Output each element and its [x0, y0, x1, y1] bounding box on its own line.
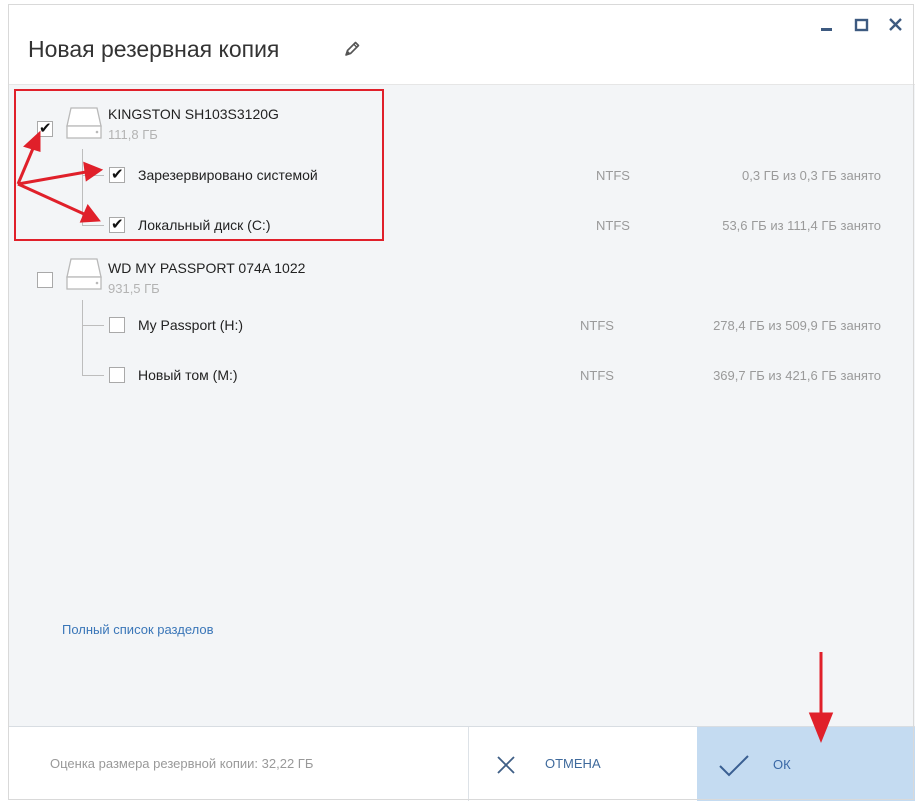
partition-name[interactable]: Зарезервировано системой	[138, 167, 318, 183]
partition-usage: 0,3 ГБ из 0,3 ГБ занято	[741, 168, 881, 183]
cancel-label: ОТМЕНА	[545, 756, 601, 771]
tree-line	[82, 375, 104, 376]
tree-line	[82, 149, 83, 225]
partition-fs: NTFS	[580, 368, 614, 383]
partition-fs: NTFS	[580, 318, 614, 333]
hard-drive-icon	[66, 258, 102, 290]
partition-usage: 53,6 ГБ из 111,4 ГБ занято	[722, 218, 881, 233]
partition-checkbox[interactable]: ✔	[109, 216, 125, 233]
tree-line	[82, 300, 83, 375]
ok-button[interactable]: ОК	[697, 727, 915, 801]
window-title: Новая резервная копия	[28, 36, 280, 62]
partition-name[interactable]: My Passport (H:)	[138, 317, 243, 333]
partition-fs: NTFS	[596, 168, 630, 183]
backup-size-estimate: Оценка размера резервной копии: 32,22 ГБ	[50, 756, 314, 771]
tree-line	[82, 325, 104, 326]
partition-checkbox[interactable]: ✔	[109, 166, 125, 183]
pencil-icon[interactable]	[342, 39, 362, 59]
disk-size: 111,8 ГБ	[108, 127, 158, 142]
disk-name: WD MY PASSPORT 074A 1022	[108, 260, 306, 276]
tree-line	[82, 175, 104, 176]
tree-line	[82, 225, 104, 226]
maximize-icon[interactable]	[850, 14, 874, 38]
close-icon[interactable]	[885, 14, 909, 38]
disk-checkbox-wd[interactable]: ✔	[37, 272, 53, 288]
title-bar: Новая резервная копия	[8, 4, 915, 85]
partition-fs: NTFS	[596, 218, 630, 233]
partition-checkbox[interactable]: ✔	[109, 367, 125, 383]
ok-check-icon	[719, 755, 749, 777]
disk-name: KINGSTON SH103S3120G	[108, 106, 279, 122]
partition-name[interactable]: Новый том (M:)	[138, 367, 238, 383]
disk-size: 931,5 ГБ	[108, 281, 160, 296]
cancel-button[interactable]: ОТМЕНА	[468, 727, 698, 801]
footer: Оценка размера резервной копии: 32,22 ГБ…	[8, 726, 915, 801]
ok-label: ОК	[773, 757, 791, 772]
partition-name[interactable]: Локальный диск (C:)	[138, 217, 271, 233]
cancel-x-icon	[497, 756, 515, 774]
hard-drive-icon	[66, 107, 102, 139]
partition-usage: 369,7 ГБ из 421,6 ГБ занято	[713, 368, 881, 383]
partition-checkbox[interactable]: ✔	[109, 317, 125, 333]
disk-checkbox-kingston[interactable]: ✔	[37, 120, 53, 137]
backup-window: Новая резервная копия ✔ KINGSTON SH103S3…	[8, 4, 915, 801]
partition-usage: 278,4 ГБ из 509,9 ГБ занято	[713, 318, 881, 333]
full-partition-list-link[interactable]: Полный список разделов	[62, 622, 214, 637]
minimize-icon[interactable]	[816, 14, 840, 38]
